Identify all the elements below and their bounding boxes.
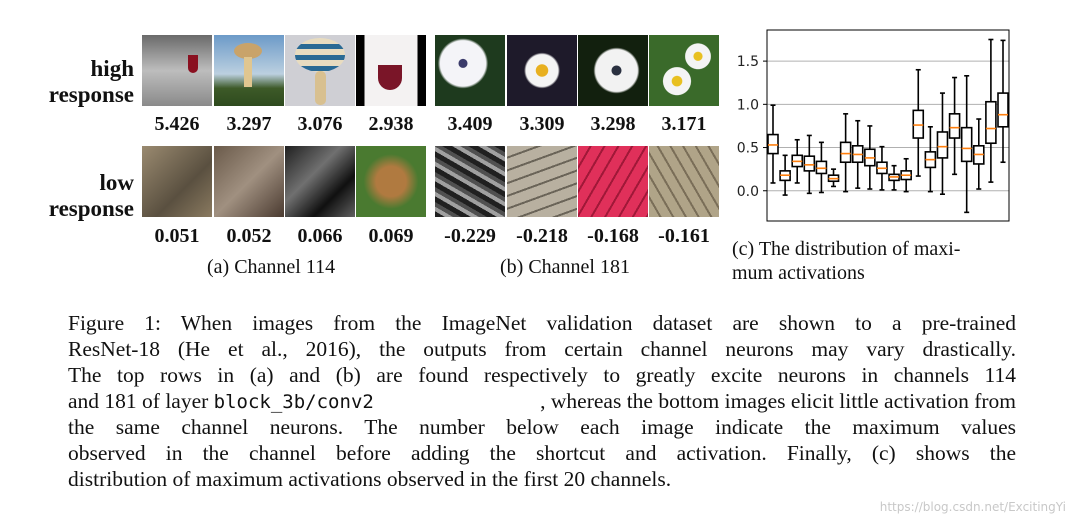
image-wine-glass-gray xyxy=(142,35,212,106)
box-9 xyxy=(864,125,876,190)
caption-line: the same channel neurons. The number bel… xyxy=(68,415,1016,439)
box-2 xyxy=(779,154,791,196)
image-maraca xyxy=(285,35,355,106)
caption-line: observed in the channel before adding th… xyxy=(68,441,1016,465)
box-18 xyxy=(972,118,985,190)
panel-c-caption-line1: (c) The distribution of maxi- xyxy=(732,238,961,260)
caption-text: and 181 of layer xyxy=(68,389,214,413)
figure-caption: Figure 1: When images from the ImageNet … xyxy=(68,310,1016,492)
image-daisy-2 xyxy=(507,35,577,106)
box-15 xyxy=(936,92,949,196)
caption-text: , whereas the bottom images elicit littl… xyxy=(540,389,1016,413)
boxplot-chart: 0.0 0.5 1.0 1.5 xyxy=(737,29,1010,222)
image-stone-texture xyxy=(649,146,719,217)
value: 5.426 xyxy=(154,113,200,135)
image-monkey-behind-fence xyxy=(285,146,355,217)
value: 0.066 xyxy=(297,225,343,247)
image-red-cracked-wall xyxy=(578,146,648,217)
box-iqr xyxy=(985,100,997,145)
caption-line: The top rows in (a) and (b) are found re… xyxy=(68,363,1016,387)
value: 0.052 xyxy=(226,225,272,247)
box-iqr xyxy=(936,131,949,159)
box-iqr xyxy=(815,160,828,175)
caption-line: ResNet-18 (He et al., 2016), the outputs… xyxy=(68,337,1016,361)
box-7 xyxy=(839,113,852,193)
box-11 xyxy=(888,164,900,191)
box-6 xyxy=(827,168,840,188)
box-iqr xyxy=(803,155,816,172)
value: 3.297 xyxy=(226,113,272,135)
watermark: https://blog.csdn.net/ExcitingYi xyxy=(879,500,1066,514)
image-gray-rocks xyxy=(435,146,505,217)
box-5 xyxy=(815,141,828,194)
value: 3.409 xyxy=(447,113,493,135)
value: -0.168 xyxy=(587,225,639,247)
value: -0.218 xyxy=(516,225,568,247)
box-iqr xyxy=(997,92,1009,128)
value: 0.051 xyxy=(154,225,200,247)
row-label-low-line1: low xyxy=(99,170,135,195)
value: 3.309 xyxy=(519,113,565,135)
box-iqr xyxy=(839,141,852,164)
panel-a-caption: (a) Channel 114 xyxy=(207,256,336,278)
panel-b-caption: (b) Channel 181 xyxy=(500,256,630,278)
image-daisy-1 xyxy=(435,35,505,106)
box-4 xyxy=(803,134,816,195)
box-14 xyxy=(924,125,937,193)
panel-c-caption: (c) The distribution of maxi- mum activa… xyxy=(732,237,960,285)
y-tick-label: 0.0 xyxy=(737,184,759,200)
row-label-high: high response xyxy=(49,56,134,108)
image-daisy-3 xyxy=(578,35,648,106)
image-bird-behind-fence xyxy=(142,146,212,217)
value: 0.069 xyxy=(368,225,414,247)
y-tick-label: 1.5 xyxy=(737,54,759,70)
y-tick-label: 1.0 xyxy=(737,97,759,113)
row-label-high-line2: response xyxy=(48,82,134,107)
value: 2.938 xyxy=(368,113,414,135)
image-stone-wall xyxy=(507,146,577,217)
value: 3.171 xyxy=(661,113,707,135)
value: -0.229 xyxy=(444,225,496,247)
caption-line: Figure 1: When images from the ImageNet … xyxy=(68,311,1016,335)
plot-frame xyxy=(766,29,1010,222)
box-iqr xyxy=(912,109,925,139)
y-tick-label: 0.5 xyxy=(737,141,759,157)
row-label-low: low response xyxy=(49,170,134,222)
image-water-tower xyxy=(214,35,284,106)
value: -0.161 xyxy=(658,225,710,247)
box-20 xyxy=(997,39,1009,164)
box-13 xyxy=(912,68,925,177)
value: 3.076 xyxy=(297,113,343,135)
image-daisy-4 xyxy=(649,35,719,106)
value: 3.298 xyxy=(590,113,636,135)
box-3 xyxy=(791,138,804,184)
box-8 xyxy=(851,119,864,189)
image-wine-pour xyxy=(356,35,426,106)
image-dog-behind-fence xyxy=(356,146,426,217)
image-animals-behind-fence xyxy=(214,146,284,217)
row-label-low-line2: response xyxy=(48,196,134,221)
caption-code: block_3b/conv2 xyxy=(213,391,374,413)
box-10 xyxy=(876,145,888,191)
panel-c-caption-line2: mum activations xyxy=(732,262,865,284)
caption-line: and 181 of layer block_3b/conv2 , whereas… xyxy=(68,388,1016,414)
box-1 xyxy=(767,104,779,184)
box-12 xyxy=(900,157,912,193)
box-17 xyxy=(960,75,973,214)
box-iqr xyxy=(948,113,961,139)
box-16 xyxy=(948,76,961,176)
box-iqr xyxy=(960,126,973,163)
row-label-high-line1: high xyxy=(90,56,134,81)
box-iqr xyxy=(767,133,779,155)
caption-line: distribution of maximum activations obse… xyxy=(68,467,672,491)
